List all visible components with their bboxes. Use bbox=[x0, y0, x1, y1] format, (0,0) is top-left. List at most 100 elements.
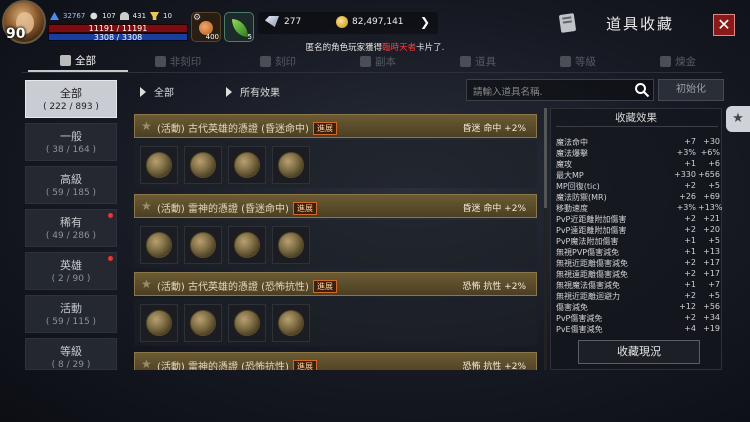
star-icon[interactable]: ★ bbox=[141, 199, 152, 213]
item-slot[interactable] bbox=[228, 226, 266, 264]
item-slot[interactable] bbox=[272, 146, 310, 184]
effect-row: PvP傷害減免 +2 +34 bbox=[556, 313, 720, 324]
category-name: 一般 bbox=[60, 130, 82, 143]
collection-status-button[interactable]: 收藏現況 bbox=[578, 340, 700, 364]
item-slot[interactable] bbox=[140, 226, 178, 264]
filter-grade[interactable]: 全部 bbox=[140, 84, 174, 99]
alchemy-icon bbox=[660, 55, 671, 67]
medal-icon bbox=[146, 232, 172, 258]
star-icon[interactable]: ★ bbox=[141, 277, 152, 291]
effect-current: +330 bbox=[674, 170, 696, 179]
star-icon[interactable]: ★ bbox=[141, 357, 152, 370]
effect-name: 無視近距離迴避力 bbox=[556, 292, 620, 301]
effect-name: 移動速度 bbox=[556, 204, 588, 213]
effect-current: +1 bbox=[684, 236, 696, 245]
effect-current: +3% bbox=[676, 148, 696, 157]
search-icon[interactable] bbox=[634, 82, 650, 98]
category-level[interactable]: 等級 ( 8 / 29 ) bbox=[25, 338, 117, 370]
tab-all[interactable]: 全部 bbox=[28, 50, 128, 72]
category-advanced[interactable]: 高級 ( 59 / 185 ) bbox=[25, 166, 117, 204]
helmet-icon bbox=[119, 12, 129, 20]
effect-max: +656 bbox=[698, 170, 720, 179]
effects-divider bbox=[556, 126, 718, 127]
effect-row: PvP遠距離附加傷害 +2 +20 bbox=[556, 225, 720, 236]
tab-dungeon[interactable]: 副本 bbox=[328, 50, 428, 72]
progress-badge: 進展 bbox=[292, 360, 317, 370]
notification-dot bbox=[108, 256, 113, 261]
item-slot[interactable] bbox=[272, 304, 310, 342]
character-level: 90 bbox=[6, 26, 26, 42]
item-slot[interactable] bbox=[140, 146, 178, 184]
collection-name: (活動) 雷神的憑證 (恐怖抗性) bbox=[157, 362, 289, 370]
collection-header[interactable]: ★ (活動) 古代英雄的憑證 (恐怖抗性) 進展 恐怖 抗性 +2% bbox=[134, 272, 537, 296]
herb-icon bbox=[232, 19, 248, 37]
item-slot[interactable] bbox=[228, 304, 266, 342]
tab-alchemy[interactable]: 煉金 bbox=[628, 50, 728, 72]
collection-items bbox=[134, 140, 537, 188]
herb-slot[interactable]: 5 bbox=[224, 12, 254, 42]
effect-name: 魔法防禦(MR) bbox=[556, 193, 607, 202]
potion-slot[interactable]: ⚙ 400 bbox=[191, 12, 221, 42]
chevron-right-icon[interactable]: ❯ bbox=[420, 15, 430, 29]
category-normal[interactable]: 一般 ( 38 / 164 ) bbox=[25, 123, 117, 161]
item-slot[interactable] bbox=[140, 304, 178, 342]
category-tabs: 全部 非刻印 刻印 副本 道具 等級 煉金 bbox=[28, 50, 748, 72]
progress-badge: 進展 bbox=[312, 280, 337, 293]
medal-icon bbox=[234, 310, 260, 336]
collection-name: (活動) 古代英雄的憑證 (恐怖抗性) bbox=[157, 282, 309, 293]
herb-count: 5 bbox=[247, 33, 252, 41]
notification-dot bbox=[108, 213, 113, 218]
star-icon[interactable]: ★ bbox=[141, 119, 152, 133]
reset-button[interactable]: 初始化 bbox=[658, 79, 724, 101]
search-input[interactable]: 請輸入道具名稱. bbox=[466, 79, 654, 101]
potion-count: 400 bbox=[205, 33, 219, 41]
effect-max: +6 bbox=[708, 159, 720, 168]
category-all[interactable]: 全部 ( 222 / 893 ) bbox=[25, 80, 117, 118]
effect-row: PvP近距離附加傷害 +2 +21 bbox=[556, 214, 720, 225]
medal-icon bbox=[190, 152, 216, 178]
effect-name: 魔法命中 bbox=[556, 138, 588, 147]
collection-title: (活動) 古代英雄的憑證 (恐怖抗性) 進展 bbox=[157, 278, 337, 293]
collection-header[interactable]: ★ (活動) 雷神的憑證 (恐怖抗性) 進展 恐怖 抗性 +2% bbox=[134, 352, 537, 370]
effect-name: PvP近距離附加傷害 bbox=[556, 215, 627, 224]
item-slot[interactable] bbox=[272, 226, 310, 264]
close-button[interactable]: ✕ bbox=[713, 14, 735, 36]
favorite-star-icon[interactable]: ★ bbox=[726, 106, 750, 132]
filter-effect[interactable]: 所有效果 bbox=[226, 84, 280, 99]
category-hero[interactable]: 英雄 ( 2 / 90 ) bbox=[25, 252, 117, 290]
effect-name: 無視PVP傷害減免 bbox=[556, 248, 620, 257]
collection-title: (活動) 古代英雄的憑證 (昏迷命中) 進展 bbox=[157, 120, 337, 135]
effect-name: 無視魔法傷害減免 bbox=[556, 281, 620, 290]
mp-bar: 3308 / 3308 bbox=[48, 33, 188, 42]
tab-label: 刻印 bbox=[275, 55, 296, 68]
effect-current: +1 bbox=[684, 247, 696, 256]
effect-max: +69 bbox=[703, 192, 720, 201]
item-slot[interactable] bbox=[184, 304, 222, 342]
effect-name: MP回復(tic) bbox=[556, 182, 600, 191]
effect-current: +2 bbox=[684, 214, 696, 223]
tab-item[interactable]: 道具 bbox=[428, 50, 528, 72]
item-slot[interactable] bbox=[228, 146, 266, 184]
effect-max: +7 bbox=[708, 280, 720, 289]
item-slot[interactable] bbox=[184, 146, 222, 184]
tab-label: 非刻印 bbox=[169, 55, 202, 68]
list-scrollbar[interactable] bbox=[544, 108, 547, 370]
effect-name: 無視遠距離傷害減免 bbox=[556, 270, 628, 279]
tab-label: 煉金 bbox=[675, 55, 696, 68]
gear-icon[interactable]: ⚙ bbox=[193, 13, 201, 23]
category-count: ( 222 / 893 ) bbox=[43, 102, 99, 112]
collection-header[interactable]: ★ (活動) 古代英雄的憑證 (昏迷命中) 進展 昏迷 命中 +2% bbox=[134, 114, 537, 138]
collection-list[interactable]: ★ (活動) 古代英雄的憑證 (昏迷命中) 進展 昏迷 命中 +2% ★ (活動)… bbox=[128, 108, 542, 370]
tab-non-engraved[interactable]: 非刻印 bbox=[128, 50, 228, 72]
effect-name: PvP傷害減免 bbox=[556, 314, 603, 323]
tab-level[interactable]: 等級 bbox=[528, 50, 628, 72]
collection-header[interactable]: ★ (活動) 雷神的憑證 (昏迷命中) 進展 昏迷 命中 +2% bbox=[134, 194, 537, 218]
item-slot[interactable] bbox=[184, 226, 222, 264]
effect-row: 無視魔法傷害減免 +1 +7 bbox=[556, 280, 720, 291]
tab-engraved[interactable]: 刻印 bbox=[228, 50, 328, 72]
collection-title: (活動) 雷神的憑證 (恐怖抗性) 進展 bbox=[157, 358, 317, 370]
category-rare[interactable]: 稀有 ( 49 / 286 ) bbox=[25, 209, 117, 247]
category-count: ( 59 / 115 ) bbox=[45, 317, 97, 327]
category-event[interactable]: 活動 ( 59 / 115 ) bbox=[25, 295, 117, 333]
collection-effect: 恐怖 抗性 +2% bbox=[462, 362, 526, 370]
